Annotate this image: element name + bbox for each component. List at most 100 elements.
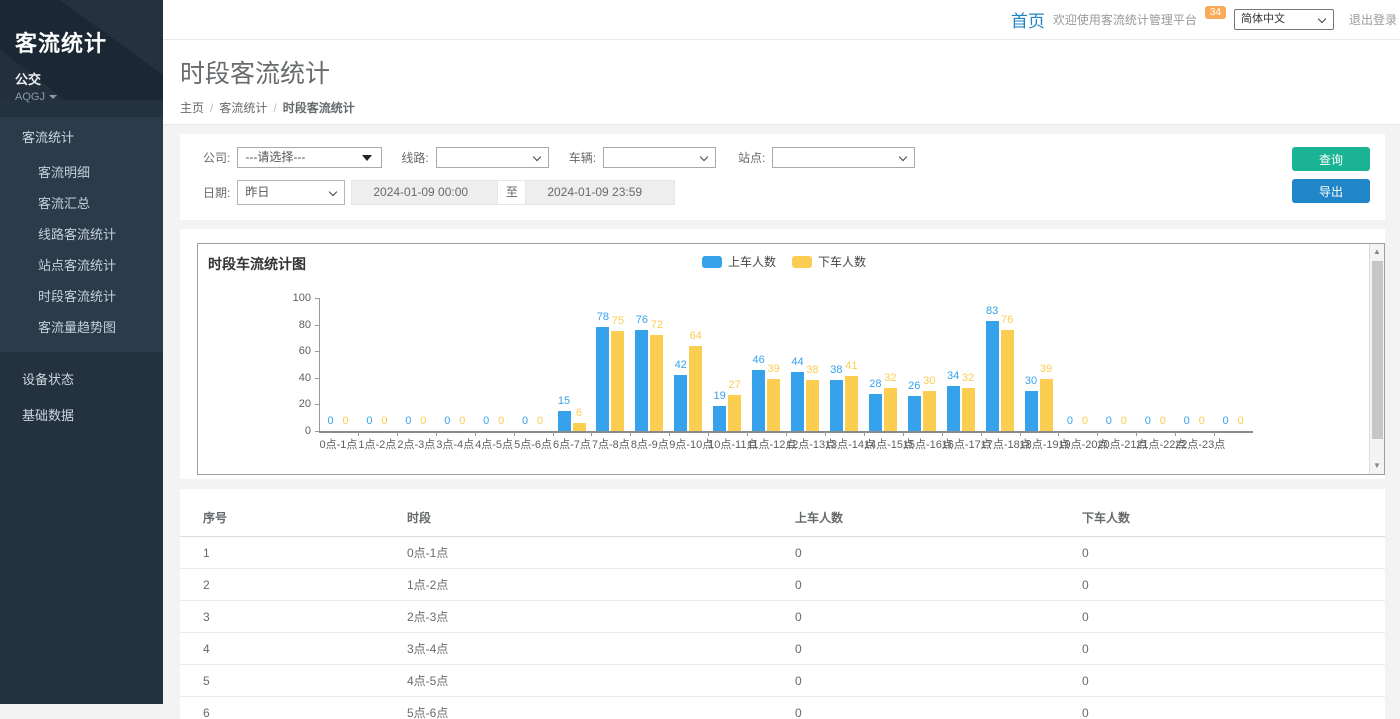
x-axis-category-label: 19点-20点	[1058, 436, 1097, 452]
table-cell: 0	[795, 601, 1082, 633]
scroll-up-icon[interactable]: ▲	[1370, 244, 1384, 260]
table-cell: 5点-6点	[407, 697, 795, 719]
query-button[interactable]: 查询	[1292, 147, 1370, 171]
breadcrumb: 主页/客流统计/时段客流统计	[180, 99, 1400, 116]
table-row: 54点-5点00	[180, 665, 1385, 697]
table-cell: 2	[180, 569, 407, 601]
sidebar-subitem-0[interactable]: 客流明细	[0, 156, 163, 187]
bar-上车人数-13[interactable]	[830, 380, 843, 431]
table-cell: 5	[180, 665, 407, 697]
breadcrumb-section[interactable]: 客流统计	[219, 101, 267, 115]
sidebar-subitem-5[interactable]: 客流量趋势图	[0, 311, 163, 342]
sidebar-group-passenger-stats: 客流统计 客流明细客流汇总线路客流统计站点客流统计时段客流统计客流量趋势图	[0, 117, 163, 352]
bar-下车人数-15[interactable]	[923, 391, 936, 431]
chart-box: 时段车流统计图 上车人数下车人数 0204060801000点-1点001点-2…	[197, 243, 1385, 475]
bar-上车人数-11[interactable]	[752, 370, 765, 431]
org-name: 公交	[15, 69, 163, 88]
table-cell: 0	[795, 537, 1082, 569]
bar-下车人数-9[interactable]	[689, 346, 702, 431]
scrollbar-thumb[interactable]	[1372, 261, 1383, 439]
bar-chart: 0204060801000点-1点001点-2点002点-3点003点-4点00…	[198, 270, 1368, 470]
date-from-input[interactable]: 2024-01-09 00:00	[351, 180, 498, 205]
sidebar-subitem-1[interactable]: 客流汇总	[0, 187, 163, 218]
bar-下车人数-13[interactable]	[845, 376, 858, 431]
sidebar-subitem-4-active[interactable]: 时段客流统计	[0, 280, 163, 311]
bar-上车人数-18[interactable]	[1025, 391, 1038, 431]
sidebar-subitem-3[interactable]: 站点客流统计	[0, 249, 163, 280]
table-cell: 0	[795, 633, 1082, 665]
table-header-0: 序号	[180, 501, 407, 537]
table-cell: 0	[795, 697, 1082, 719]
bar-下车人数-6[interactable]	[573, 423, 586, 431]
table-cell: 0	[795, 569, 1082, 601]
table-cell: 0	[795, 665, 1082, 697]
x-axis-category-label: 5点-6点	[514, 436, 553, 452]
sidebar-item-base-data[interactable]: 基础数据	[0, 388, 163, 424]
bar-下车人数-14[interactable]	[884, 388, 897, 431]
table-header-3: 下车人数	[1082, 501, 1385, 537]
bar-value-label: 72	[642, 319, 672, 331]
bar-上车人数-7[interactable]	[596, 327, 609, 431]
legend-item-0[interactable]: 上车人数	[702, 253, 776, 270]
sidebar-item-passenger-stats[interactable]: 客流统计	[0, 117, 163, 156]
export-button[interactable]: 导出	[1292, 179, 1370, 203]
bar-下车人数-18[interactable]	[1040, 379, 1053, 431]
table-cell: 0	[1082, 569, 1385, 601]
chart-panel: 时段车流统计图 上车人数下车人数 0204060801000点-1点001点-2…	[180, 229, 1385, 479]
bar-上车人数-17[interactable]	[986, 321, 999, 431]
breadcrumb-current: 时段客流统计	[283, 101, 355, 115]
bar-上车人数-14[interactable]	[869, 394, 882, 431]
line-select[interactable]	[436, 147, 549, 168]
bar-下车人数-10[interactable]	[728, 395, 741, 431]
language-select[interactable]: 简体中文	[1234, 9, 1334, 30]
breadcrumb-home[interactable]: 主页	[180, 101, 204, 115]
org-code-dropdown[interactable]: AQGJ	[15, 91, 163, 103]
chevron-down-icon	[899, 153, 907, 161]
bar-上车人数-16[interactable]	[947, 386, 960, 431]
bar-下车人数-17[interactable]	[1001, 330, 1014, 431]
table-cell: 0	[1082, 633, 1385, 665]
bar-下车人数-12[interactable]	[806, 380, 819, 431]
bar-下车人数-16[interactable]	[962, 388, 975, 431]
y-axis-tick	[315, 325, 319, 326]
x-axis-category-label: 16点-17点	[942, 436, 981, 452]
x-axis-category-label: 0点-1点	[319, 436, 358, 452]
date-preset-select[interactable]: 昨日	[237, 180, 345, 205]
vehicle-select[interactable]	[603, 147, 716, 168]
legend-item-1[interactable]: 下车人数	[792, 253, 866, 270]
chart-scrollbar[interactable]: ▲ ▼	[1369, 244, 1384, 474]
table-row: 32点-3点00	[180, 601, 1385, 633]
bar-上车人数-12[interactable]	[791, 372, 804, 431]
scroll-down-icon[interactable]: ▼	[1370, 458, 1384, 474]
logout-link[interactable]: 退出登录	[1349, 11, 1397, 28]
legend-label: 上车人数	[728, 253, 776, 270]
x-axis-category-label: 18点-19点	[1020, 436, 1059, 452]
vehicle-label: 车辆:	[569, 149, 596, 166]
y-axis-tick-label: 80	[271, 319, 311, 331]
bar-上车人数-9[interactable]	[674, 375, 687, 431]
line-label: 线路:	[401, 149, 428, 166]
content: 公司: ---请选择--- 线路: 车辆: 站点:	[163, 125, 1400, 719]
main-area: 首页 欢迎使用客流统计管理平台 34 简体中文 退出登录 时段客流统计 主页/客…	[163, 0, 1400, 704]
sidebar-item-device-status[interactable]: 设备状态	[0, 352, 163, 388]
company-select[interactable]: ---请选择---	[237, 147, 382, 168]
y-axis-tick-label: 60	[271, 345, 311, 357]
table-cell: 1点-2点	[407, 569, 795, 601]
date-to-input[interactable]: 2024-01-09 23:59	[526, 180, 675, 205]
y-axis-tick-label: 100	[271, 292, 311, 304]
notification-badge[interactable]: 34	[1205, 6, 1226, 19]
legend-swatch	[792, 256, 812, 268]
bar-上车人数-15[interactable]	[908, 396, 921, 431]
stats-table: 序号时段上车人数下车人数 10点-1点0021点-2点0032点-3点0043点…	[180, 501, 1385, 719]
bar-上车人数-10[interactable]	[713, 406, 726, 431]
x-axis-category-label: 12点-13点	[786, 436, 825, 452]
home-link[interactable]: 首页	[1011, 7, 1045, 32]
sidebar-subitem-2[interactable]: 线路客流统计	[0, 218, 163, 249]
station-select[interactable]	[772, 147, 915, 168]
table-header-2: 上车人数	[795, 501, 1082, 537]
bar-下车人数-8[interactable]	[650, 335, 663, 431]
bar-上车人数-8[interactable]	[635, 330, 648, 431]
bar-下车人数-11[interactable]	[767, 379, 780, 431]
bar-value-label: 15	[549, 395, 579, 407]
bar-下车人数-7[interactable]	[611, 331, 624, 431]
